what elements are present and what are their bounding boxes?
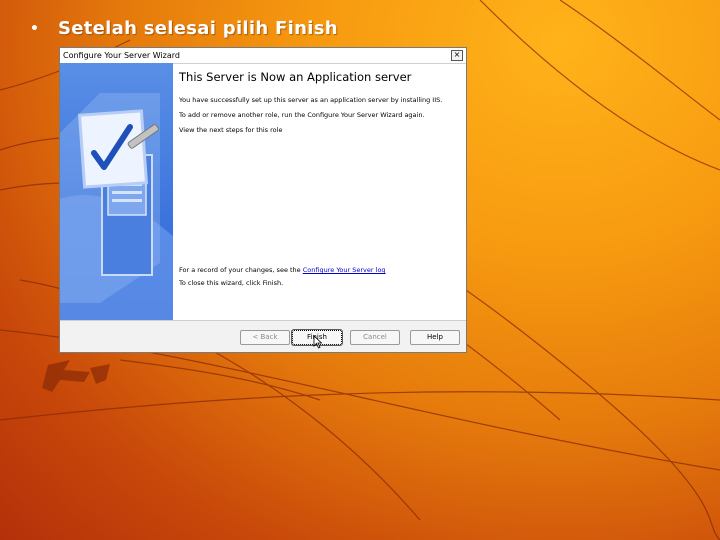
add-remove-role-message: To add or remove another role, run the C… [179,111,425,119]
wizard-side-panel [60,63,173,322]
next-steps-text: View the next steps for this role [179,126,283,134]
close-icon[interactable]: × [451,50,463,61]
configure-server-wizard-window: Configure Your Server Wizard × This Serv… [59,47,467,353]
bullet-symbol: • [30,20,39,37]
help-button[interactable]: Help [410,330,460,345]
close-instruction: To close this wizard, click Finish. [179,279,284,287]
back-button[interactable]: < Back [240,330,290,345]
configure-server-log-link[interactable]: Configure Your Server log [303,266,386,274]
wizard-title: Configure Your Server Wizard [63,51,180,60]
wizard-button-bar: < Back Finish Cancel Help [60,320,466,352]
wizard-heading: This Server is Now an Application server [179,70,412,84]
mouse-cursor-icon [313,335,322,349]
wizard-footer-text: For a record of your changes, see the Co… [179,266,464,294]
cancel-button[interactable]: Cancel [350,330,400,345]
slide-instruction-text: Setelah selesai pilih Finish [58,18,338,39]
record-prefix: For a record of your changes, see the [179,266,303,274]
record-of-changes-text: For a record of your changes, see the Co… [179,266,464,275]
wizard-titlebar: Configure Your Server Wizard × [60,48,466,64]
wizard-content: This Server is Now an Application server… [179,68,464,141]
server-checkmark-icon [60,93,173,322]
success-message: You have successfully set up this server… [179,96,443,104]
slide-bullet: • Setelah selesai pilih Finish [30,18,338,39]
